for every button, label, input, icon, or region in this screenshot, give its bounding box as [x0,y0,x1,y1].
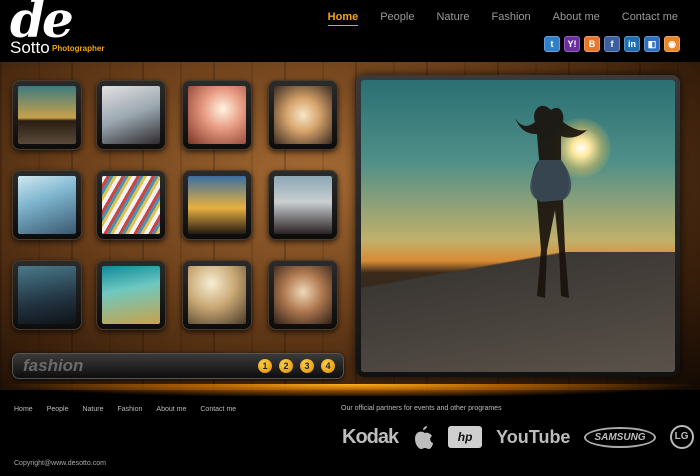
footer-nav: Home People Nature Fashion About me Cont… [14,406,250,413]
featured-photo-frame [356,75,680,377]
thumb-3-4[interactable] [268,260,338,330]
main-nav: Home People Nature Fashion About me Cont… [306,11,678,26]
logo-name: Sotto [10,38,50,57]
thumb-3-2[interactable] [96,260,166,330]
model-silhouette [515,105,587,299]
thumb-photo [18,176,76,234]
copyright: Copyright@www.desotto.com [14,460,106,467]
partner-logos: Kodak hp YouTube SAMSUNG LG [342,424,694,450]
nav-fashion[interactable]: Fashion [492,11,531,26]
rss-icon[interactable]: ◉ [664,36,680,52]
thumb-photo [188,86,246,144]
page-3-button[interactable]: 3 [300,359,314,373]
footer-nav-contact-me[interactable]: Contact me [200,406,236,413]
footer-nav-nature[interactable]: Nature [82,406,103,413]
apple-logo[interactable] [412,424,434,450]
nav-nature[interactable]: Nature [436,11,469,26]
social-icons: t Y! Bf in ◧ ◉ [544,36,680,52]
thumb-3-1[interactable] [12,260,82,330]
thumb-2-4[interactable] [268,170,338,240]
thumb-1-1[interactable] [12,80,82,150]
linkedin-icon[interactable]: in [624,36,640,52]
youtube-logo[interactable]: YouTube [496,427,570,448]
thumb-photo [102,266,160,324]
yahoo-icon[interactable]: Y! [564,36,580,52]
windows-icon[interactable]: ◧ [644,36,660,52]
thumb-photo [274,86,332,144]
kodak-logo[interactable]: Kodak [342,426,399,449]
footer-nav-people[interactable]: People [47,406,69,413]
lg-logo[interactable]: LG [669,425,694,449]
thumb-photo [102,86,160,144]
footer: Home People Nature Fashion About me Cont… [0,396,700,476]
blogger-icon[interactable]: B [584,36,600,52]
samsung-logo[interactable]: SAMSUNG [584,426,656,448]
nav-people[interactable]: People [380,11,414,26]
thumb-photo [18,266,76,324]
thumb-1-3[interactable] [182,80,252,150]
thumb-photo [18,86,76,144]
hp-logo[interactable]: hp [448,426,483,448]
thumb-2-1[interactable] [12,170,82,240]
footer-nav-about-me[interactable]: About me [156,406,186,413]
category-bar: fashion 1 2 3 4 [12,353,344,379]
logo-subtitle: Photographer [52,44,105,53]
thumb-1-4[interactable] [268,80,338,150]
featured-photo[interactable] [361,80,675,372]
header: de Sotto Photographer Home People Nature… [0,0,700,62]
footer-nav-home[interactable]: Home [14,406,33,413]
facebook-icon[interactable]: f [604,36,620,52]
page-4-button[interactable]: 4 [321,359,335,373]
gallery-stage: fashion 1 2 3 4 [0,62,700,398]
page-2-button[interactable]: 2 [279,359,293,373]
footer-nav-fashion[interactable]: Fashion [118,406,143,413]
thumb-3-3[interactable] [182,260,252,330]
thumb-2-3[interactable] [182,170,252,240]
thumb-photo [274,266,332,324]
thumb-photo [188,176,246,234]
thumb-photo [102,176,160,234]
thumb-photo [188,266,246,324]
nav-contact-me[interactable]: Contact me [622,11,678,26]
thumb-1-2[interactable] [96,80,166,150]
thumb-2-2[interactable] [96,170,166,240]
twitter-icon[interactable]: t [544,36,560,52]
page-1-button[interactable]: 1 [258,359,272,373]
partners-title: Our official partners for events and oth… [341,405,502,412]
category-label: fashion [23,356,84,375]
nav-home[interactable]: Home [327,11,359,26]
thumb-photo [274,176,332,234]
pagination: 1 2 3 4 [258,359,335,373]
nav-about-me[interactable]: About me [553,11,600,26]
